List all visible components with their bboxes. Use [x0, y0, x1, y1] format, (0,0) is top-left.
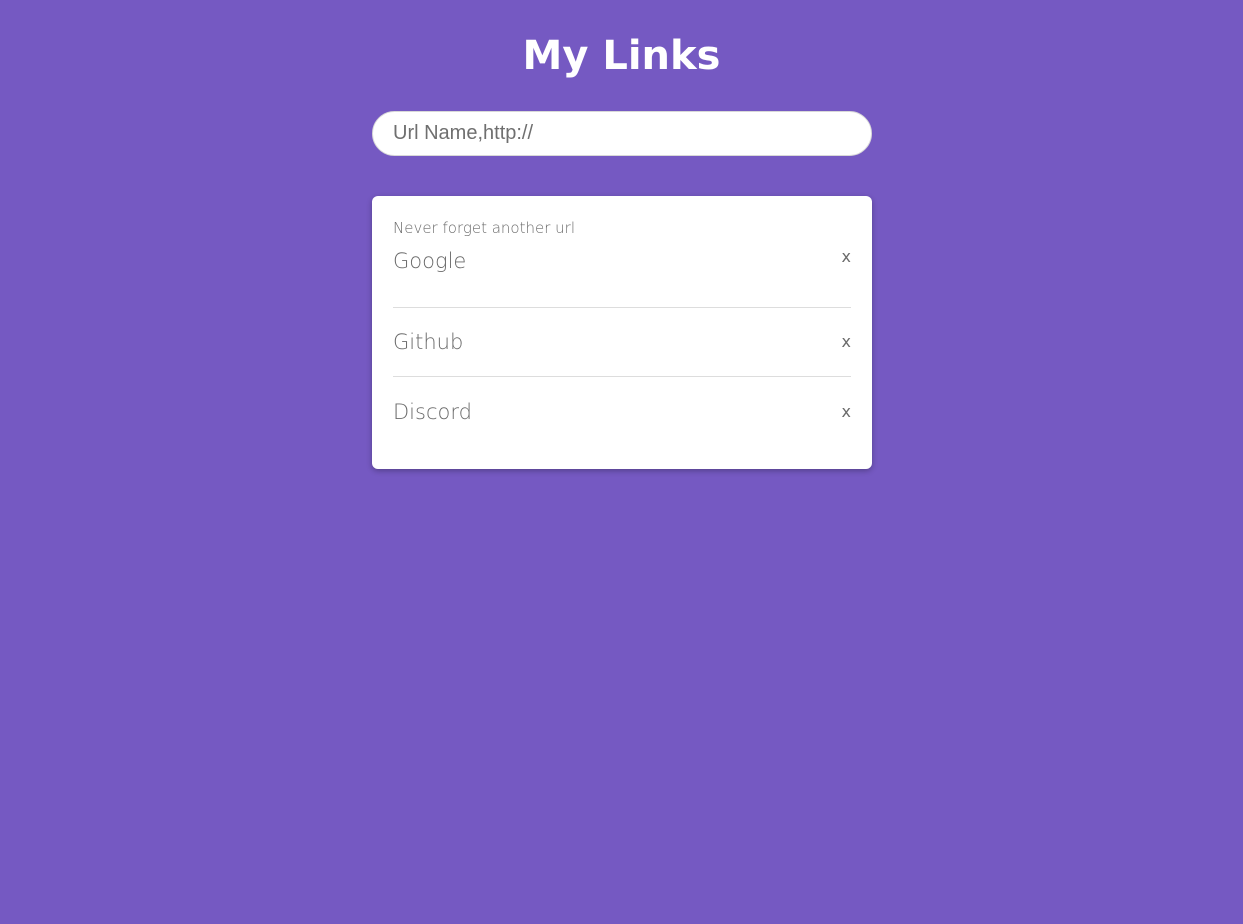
- link-google[interactable]: Google: [393, 249, 466, 273]
- remove-button[interactable]: x: [834, 249, 851, 265]
- list-item: Google x: [393, 246, 851, 308]
- list-item: Discord x: [393, 377, 851, 446]
- url-input[interactable]: [372, 111, 872, 156]
- remove-button[interactable]: x: [834, 334, 851, 350]
- link-discord[interactable]: Discord: [393, 400, 472, 424]
- card-subtitle: Never forget another url: [393, 219, 575, 237]
- link-github[interactable]: Github: [393, 330, 463, 354]
- links-card: Never forget another url Google x Github…: [372, 196, 872, 469]
- link-list: Google x Github x Discord x: [393, 246, 851, 446]
- list-item: Github x: [393, 308, 851, 377]
- page-title: My Links: [522, 33, 721, 79]
- remove-button[interactable]: x: [834, 403, 851, 420]
